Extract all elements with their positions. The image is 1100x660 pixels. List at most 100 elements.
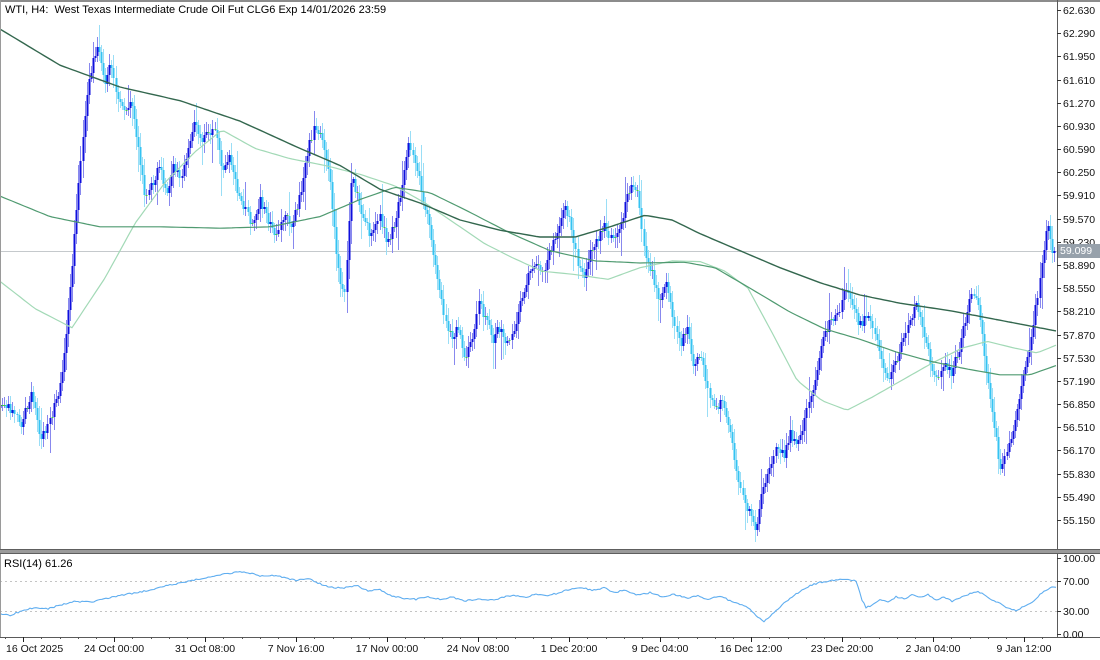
candle-body (582, 268, 584, 272)
candle-body (782, 450, 784, 453)
candle-body (788, 443, 790, 445)
candle-body (759, 509, 761, 524)
candle-body (262, 197, 264, 209)
candle-body (54, 403, 56, 417)
candle-body (227, 162, 229, 165)
candle-body (512, 334, 514, 340)
candle-body (297, 209, 299, 210)
candle-body (883, 359, 885, 368)
candle-body (190, 141, 192, 148)
price-tick-label: 59.910 (1063, 190, 1095, 202)
candle-body (769, 468, 771, 474)
candle-body (351, 183, 353, 221)
candle-body (538, 264, 540, 265)
candle-body (771, 464, 773, 468)
candle-body (380, 214, 382, 221)
candle-body (978, 298, 980, 305)
candle-body (600, 231, 602, 241)
candle-body (41, 434, 43, 439)
candle-body (598, 239, 600, 241)
time-axis[interactable]: 16 Oct 202524 Oct 00:0031 Oct 08:007 Nov… (6, 637, 1052, 655)
candle-body (140, 147, 142, 165)
candle-body (95, 56, 97, 58)
candle-body (235, 172, 237, 179)
candle-body (604, 223, 606, 231)
time-tick-label: 1 Dec 20:00 (541, 643, 598, 655)
candle-body (410, 143, 412, 150)
candle-body (124, 106, 126, 110)
candle-body (50, 418, 52, 424)
candle-body (726, 408, 728, 417)
candle-body (668, 282, 670, 293)
candle-body (495, 334, 497, 343)
candle-body (342, 284, 344, 289)
candle-body (248, 207, 250, 212)
rsi-axis[interactable]: 100.0070.0030.000.00 (1057, 553, 1095, 641)
candle-body (790, 430, 792, 443)
candle-body (334, 209, 336, 227)
candle-body (443, 299, 445, 315)
candle-body (914, 307, 916, 318)
candle-body (260, 197, 262, 209)
candle-body (491, 325, 493, 335)
candle-body (142, 165, 144, 175)
panel-splitter[interactable] (0, 549, 1100, 554)
candle-body (99, 47, 101, 52)
candle-body (1025, 367, 1027, 375)
candle-body (588, 262, 590, 269)
candle-body (146, 195, 148, 196)
candle-body (113, 68, 115, 78)
candle-body (982, 320, 984, 334)
candle-body (1035, 305, 1037, 325)
candle-body (1017, 409, 1019, 420)
candle-body (951, 367, 953, 376)
candle-body (155, 180, 157, 185)
price-chart-canvas[interactable]: 62.63062.29061.95061.61061.27060.93060.5… (0, 0, 1100, 660)
candle-body (594, 247, 596, 250)
price-tick-label: 58.210 (1063, 306, 1095, 318)
candle-body (204, 135, 206, 142)
candle-body (373, 230, 375, 233)
candle-body (516, 324, 518, 331)
candle-body (858, 313, 860, 325)
candle-body (815, 380, 817, 390)
candle-body (745, 495, 747, 503)
candle-body (215, 129, 217, 130)
candle-body (239, 193, 241, 196)
candle-body (1002, 464, 1004, 469)
candle-body (431, 225, 433, 240)
candle-body (466, 357, 468, 358)
candle-body (608, 231, 610, 238)
candle-body (285, 215, 287, 220)
candle-body (901, 342, 903, 352)
candle-body (274, 228, 276, 235)
candle-body (83, 137, 85, 161)
candle-body (710, 388, 712, 398)
candle-body (625, 202, 627, 218)
candle-body (633, 185, 635, 187)
candle-body (501, 329, 503, 332)
candle-body (344, 289, 346, 292)
candle-body (959, 352, 961, 357)
rsi-tick-label: 100.00 (1063, 553, 1095, 565)
candle-body (474, 329, 476, 339)
price-tick-label: 59.570 (1063, 214, 1095, 226)
candle-body (130, 102, 132, 108)
candle-body (837, 313, 839, 315)
candle-body (747, 503, 749, 511)
candle-body (728, 417, 730, 425)
candle-body (986, 356, 988, 372)
candle-body (765, 483, 767, 487)
candle-body (1042, 263, 1044, 278)
candle-body (712, 398, 714, 400)
candle-body (31, 392, 33, 402)
candle-body (74, 234, 76, 266)
candle-body (505, 337, 507, 343)
price-axis[interactable]: 62.63062.29061.95061.61061.27060.93060.5… (1057, 5, 1095, 527)
candle-body (336, 227, 338, 254)
rsi-line (0, 572, 1056, 622)
candle-body (730, 425, 732, 432)
candle-body (767, 474, 769, 483)
candle-body (526, 285, 528, 292)
candle-body (641, 208, 643, 229)
